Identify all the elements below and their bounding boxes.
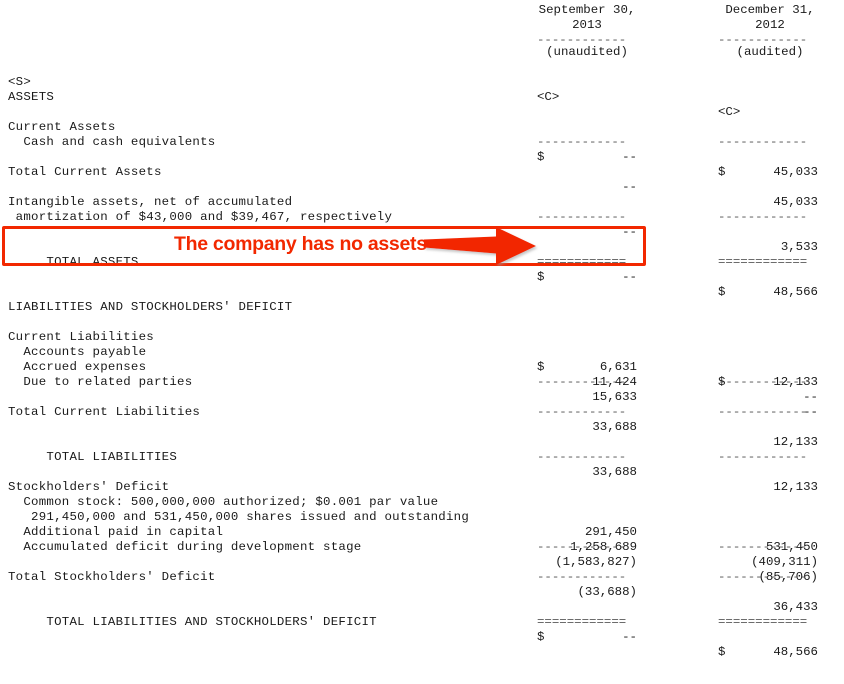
subtotal-rule-col2: ------------ [718, 135, 808, 149]
current-liab-rule-col2: ------------ [718, 375, 808, 389]
total-sh-deficit-rule-col1: ------------ [537, 540, 627, 554]
currency-symbol: $ [537, 270, 545, 284]
row-label-total-current-liabilities: Total Current Liabilities [8, 405, 201, 419]
liabilities-heading: LIABILITIES AND STOCKHOLDERS' DEFICIT [8, 300, 293, 314]
currency-symbol: $ [537, 630, 545, 644]
total-liab-rule-col1: ------------ [537, 405, 627, 419]
total-current-liabilities-col1: 33,688 [592, 420, 637, 434]
column2-date-line1: December 31, [725, 3, 815, 17]
grand-total-rule-col1: ------------ [537, 570, 627, 584]
column2-date-line2: 2012 [755, 18, 785, 32]
total-liab-rule-col2: ------------ [718, 405, 808, 419]
total-assets-double-rule-col1: ============ [537, 255, 627, 269]
current-liab-rule-col1: ------------ [537, 375, 627, 389]
annotation-label: The company has no assets [174, 233, 427, 255]
total-assets-rule-col2: ------------ [718, 210, 808, 224]
cash-value-col2: 45,033 [773, 165, 818, 179]
total-assets-double-rule-col2: ============ [718, 255, 808, 269]
grand-total-double-rule-col1: ============ [537, 615, 627, 629]
row-label-total-stockholders-deficit: Total Stockholders' Deficit [8, 570, 216, 584]
grand-total-double-rule-col2: ============ [718, 615, 808, 629]
row-label-intangible-line2: amortization of $43,000 and $39,467, res… [8, 210, 393, 224]
subtotal-rule-col1: ------------ [537, 135, 627, 149]
column1-audit-note: (unaudited) [546, 45, 628, 59]
currency-symbol: $ [718, 645, 726, 659]
column1-date-line2: 2013 [572, 18, 602, 32]
currency-symbol: $ [718, 165, 726, 179]
row-label-accumulated-deficit: Accumulated deficit during development s… [8, 540, 362, 554]
column2-audit-note: (audited) [736, 45, 804, 59]
row-label-total-liabilities-and-stockholders-deficit: TOTAL LIABILITIES AND STOCKHOLDERS' DEFI… [8, 615, 377, 629]
total-liabilities-underline-col1: ------------ [537, 450, 627, 464]
row-label-total-liabilities: TOTAL LIABILITIES [8, 450, 178, 464]
total-liabilities-underline-col2: ------------ [718, 450, 808, 464]
column1-date-line1: September 30, [538, 3, 636, 17]
total-liab-sh-col2: 48,566 [773, 645, 818, 659]
row-label-cash: Cash and cash equivalents [8, 135, 216, 149]
total-assets-col1: -- [622, 270, 637, 284]
sgml-tag-c1: <C> [537, 90, 560, 104]
intangible-value-col1: -- [622, 225, 637, 239]
total-liab-sh-col1: -- [622, 630, 637, 644]
total-sh-deficit-rule-col2: ------------ [718, 540, 808, 554]
row-label-total-current-assets: Total Current Assets [8, 165, 162, 179]
total-assets-rule-col1: ------------ [537, 210, 627, 224]
row-label-due-related-parties: Due to related parties [8, 375, 193, 389]
row-label-total-assets: TOTAL ASSETS [8, 255, 139, 269]
document-page: September 30, 2013 December 31, 2012 ---… [0, 0, 844, 684]
total-stockholders-deficit-col1: (33,688) [577, 585, 638, 599]
balance-sheet: September 30, 2013 December 31, 2012 ---… [0, 0, 844, 684]
grand-total-rule-col2: ------------ [718, 570, 808, 584]
assets-heading: ASSETS [8, 90, 55, 104]
